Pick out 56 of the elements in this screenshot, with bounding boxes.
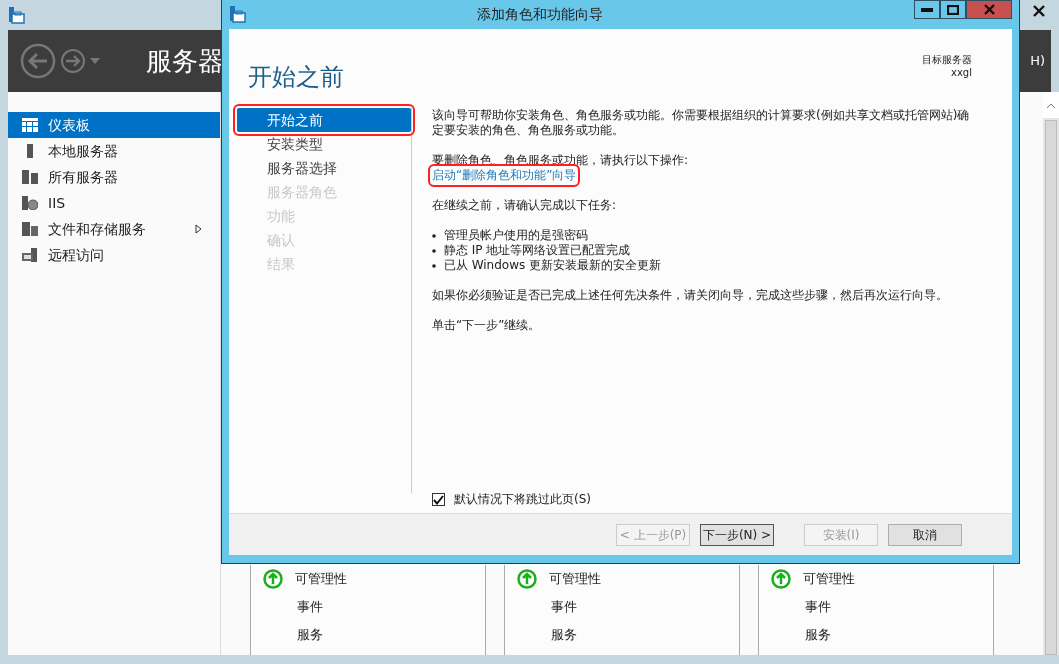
sidebar-item[interactable]: 远程访问 bbox=[8, 242, 220, 268]
tile-link[interactable]: 服务 bbox=[805, 625, 831, 645]
skip-checkbox[interactable] bbox=[432, 493, 445, 506]
maximize-button[interactable] bbox=[940, 0, 966, 19]
status-ok-icon bbox=[771, 569, 791, 589]
minimize-icon bbox=[921, 7, 933, 12]
scrollbar[interactable] bbox=[1043, 92, 1059, 655]
task-heading: 在继续之前，请确认完成以下任务: bbox=[432, 198, 618, 213]
app-title: 服务器 bbox=[146, 44, 224, 78]
grid-icon bbox=[22, 118, 38, 132]
wizard-step[interactable]: 安装类型 bbox=[237, 132, 411, 156]
maximize-icon bbox=[947, 4, 959, 15]
expand-icon[interactable] bbox=[195, 223, 202, 234]
target-server-label: 目标服务器 bbox=[922, 53, 972, 66]
monitor-icon bbox=[22, 248, 38, 262]
sidebar-item[interactable]: IIS bbox=[8, 190, 220, 216]
tile-link[interactable]: 事件 bbox=[551, 597, 577, 617]
status-ok-icon bbox=[263, 569, 283, 589]
app-icon bbox=[229, 6, 246, 23]
status-label: 可管理性 bbox=[295, 570, 347, 589]
sidebar-item[interactable]: 所有服务器 bbox=[8, 164, 220, 190]
scroll-up-icon[interactable] bbox=[1047, 102, 1055, 108]
tile-link[interactable]: 服务 bbox=[551, 625, 577, 645]
bullet-item: 管理员帐户使用的是强密码 bbox=[432, 228, 972, 243]
intro-text: 该向导可帮助你安装角色、角色服务或功能。你需要根据组织的计算要求(例如共享文档或托管网站)确定要安装的角色、角色服务或功能。 bbox=[432, 108, 971, 138]
bullet-item: 已从 Windows 更新安装最新的安全更新 bbox=[432, 258, 972, 273]
target-server-name: xxgl bbox=[950, 66, 972, 79]
close-icon bbox=[983, 4, 995, 15]
tile-link[interactable]: 服务 bbox=[297, 625, 323, 645]
continue-text: 单击“下一步”继续。 bbox=[432, 318, 542, 333]
app-icon bbox=[8, 6, 25, 24]
checkbox-label: 默认情况下将跳过此页(S) bbox=[454, 492, 591, 507]
wizard-button[interactable]: 下一步(N) > bbox=[700, 523, 774, 546]
status-label: 可管理性 bbox=[549, 570, 601, 589]
menu-item[interactable]: H) bbox=[1030, 51, 1051, 71]
minimize-button[interactable] bbox=[914, 0, 940, 19]
file-server-icon bbox=[22, 222, 38, 236]
sidebar-item[interactable]: 本地服务器 bbox=[8, 138, 220, 164]
status-ok-icon bbox=[517, 569, 537, 589]
servers-icon bbox=[22, 170, 38, 184]
bullet-item: 静态 IP 地址等网络设置已配置完成 bbox=[432, 243, 972, 258]
dropdown-icon[interactable] bbox=[90, 58, 100, 64]
globe-server-icon bbox=[22, 196, 38, 210]
wizard-button[interactable]: 取消 bbox=[888, 523, 962, 546]
window-title: 添加角色和功能向导 bbox=[477, 5, 603, 24]
wizard-step[interactable]: 服务器选择 bbox=[237, 156, 411, 180]
forward-icon[interactable] bbox=[60, 48, 86, 74]
sidebar-item[interactable]: 文件和存储服务 bbox=[8, 216, 220, 242]
tile-link[interactable]: 事件 bbox=[805, 597, 831, 617]
verify-text: 如果你必须验证是否已完成上述任何先决条件，请关闭向导，完成这些步骤，然后再次运行向导。 bbox=[432, 288, 949, 303]
close-icon bbox=[1032, 5, 1045, 17]
page-heading: 开始之前 bbox=[248, 62, 344, 93]
status-label: 可管理性 bbox=[803, 570, 855, 589]
back-icon[interactable] bbox=[20, 43, 56, 79]
tile-link[interactable]: 事件 bbox=[297, 597, 323, 617]
sidebar-item[interactable]: 仪表板 bbox=[8, 112, 220, 138]
